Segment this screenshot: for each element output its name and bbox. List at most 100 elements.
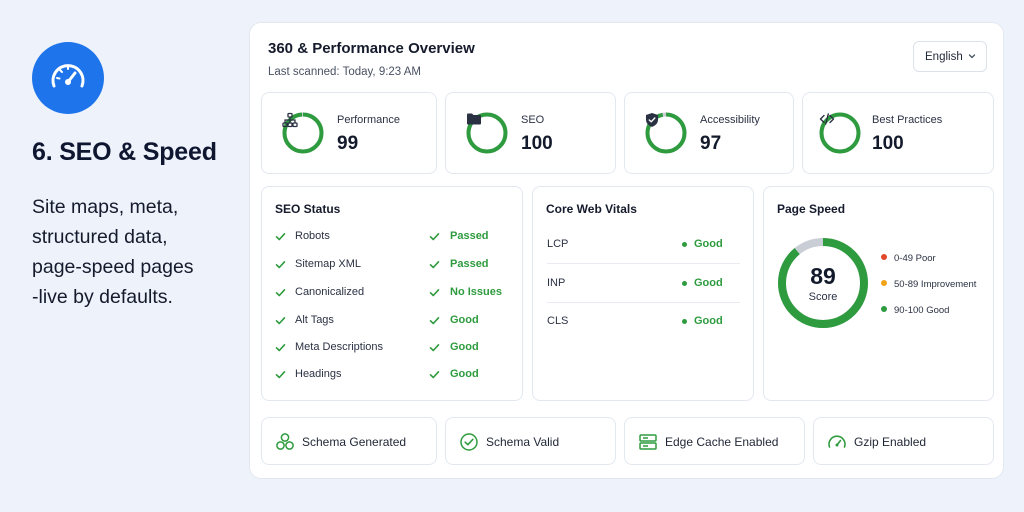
legend-dot — [881, 306, 887, 312]
core-web-vitals-card: Core Web Vitals LCP Good INP Good CLS Go… — [532, 186, 754, 401]
vital-metric: INP — [547, 277, 566, 289]
check-circle-icon — [460, 433, 478, 451]
status-dot — [682, 319, 687, 324]
last-scanned-text: Last scanned: Today, 9:23 AM — [268, 66, 422, 78]
seo-check-status: No Issues — [450, 286, 502, 298]
seo-check-status: Good — [450, 341, 479, 353]
speedometer-icon — [32, 42, 104, 114]
hero-desc-line: Site maps, meta, — [32, 196, 179, 218]
feature-label: Schema Generated — [302, 435, 407, 449]
legend-dot — [881, 254, 887, 260]
seo-score-ring — [466, 112, 508, 154]
page-speed-score-label: Score — [808, 290, 838, 303]
check-icon — [429, 261, 440, 269]
seo-check-status: Passed — [450, 258, 489, 270]
feature-schema-generated: Schema Generated — [261, 417, 437, 465]
hero-desc-line: structured data, — [32, 226, 168, 248]
check-icon — [275, 261, 286, 269]
language-value: English — [925, 50, 963, 63]
score-label: Best Practices — [872, 114, 943, 126]
seo-status-row: Alt Tags Good — [262, 312, 522, 330]
legend-label: 0-49 Poor — [894, 253, 936, 264]
check-icon — [429, 317, 440, 325]
hexagons-icon — [276, 433, 294, 450]
overview-panel: 360 & Performance Overview Last scanned:… — [249, 22, 1004, 479]
vital-row: CLS Good — [547, 303, 740, 341]
feature-label: Schema Valid — [486, 435, 560, 449]
best-practices-score-ring — [819, 112, 861, 154]
code-icon — [819, 112, 861, 154]
hero-title: 6. SEO & Speed — [32, 138, 217, 166]
seo-status-card: SEO Status Robots Passed Sitemap XML Pas… — [261, 186, 523, 401]
core-web-vitals-title: Core Web Vitals — [546, 202, 637, 216]
performance-score-ring — [282, 112, 324, 154]
legend-item: 90-100 Good — [881, 305, 949, 316]
hero-desc-line: -live by defaults. — [32, 286, 173, 308]
check-icon — [429, 371, 440, 379]
score-card-accessibility: Accessibility 97 — [624, 92, 794, 174]
vital-status: Good — [694, 315, 723, 327]
seo-check-name: Sitemap XML — [295, 258, 362, 270]
score-value: 100 — [872, 133, 904, 154]
score-label: Performance — [337, 114, 400, 126]
vital-status: Good — [694, 277, 723, 289]
seo-check-name: Headings — [295, 368, 342, 380]
seo-status-row: Meta Descriptions Good — [262, 339, 522, 357]
seo-check-status: Passed — [450, 230, 489, 242]
check-icon — [429, 289, 440, 297]
status-dot — [682, 281, 687, 286]
language-select[interactable]: English — [913, 41, 987, 72]
score-card-performance: Performance 99 — [261, 92, 437, 174]
feature-edge-cache: Edge Cache Enabled — [624, 417, 805, 465]
vital-row: INP Good — [547, 265, 740, 303]
server-icon — [639, 434, 657, 450]
seo-check-name: Alt Tags — [295, 314, 334, 326]
seo-check-name: Robots — [295, 230, 330, 242]
check-icon — [275, 344, 286, 352]
score-label: Accessibility — [700, 114, 760, 126]
feature-gzip: Gzip Enabled — [813, 417, 994, 465]
score-value: 97 — [700, 133, 722, 154]
legend-dot — [881, 280, 887, 286]
shield-check-icon — [645, 112, 687, 154]
page-speed-title: Page Speed — [777, 202, 846, 216]
accessibility-score-ring — [645, 112, 687, 154]
check-icon — [429, 233, 440, 241]
seo-check-status: Good — [450, 368, 479, 380]
seo-check-status: Good — [450, 314, 479, 326]
page-speed-gauge: 89 Score — [777, 237, 869, 329]
check-icon — [275, 317, 286, 325]
feature-schema-valid: Schema Valid — [445, 417, 616, 465]
folder-icon — [466, 112, 508, 154]
legend-item: 0-49 Poor — [881, 253, 936, 264]
panel-title: 360 & Performance Overview — [268, 40, 475, 57]
score-value: 100 — [521, 133, 553, 154]
chevron-down-icon — [968, 54, 976, 59]
score-card-seo: SEO 100 — [445, 92, 616, 174]
hero-desc-line: page-speed pages — [32, 256, 194, 278]
page-speed-score: 89 — [810, 262, 836, 289]
score-label: SEO — [521, 114, 545, 126]
check-icon — [275, 233, 286, 241]
seo-status-row: Sitemap XML Passed — [262, 256, 522, 274]
hero-description: Site maps, meta, structured data, page-s… — [32, 192, 242, 312]
check-icon — [429, 344, 440, 352]
gauge-icon — [828, 435, 846, 448]
page-speed-card: Page Speed 89 Score 0-49 Poor 50-89 Impr… — [763, 186, 994, 401]
status-dot — [682, 242, 687, 247]
legend-item: 50-89 Improvement — [881, 279, 976, 290]
seo-status-title: SEO Status — [275, 202, 341, 216]
check-icon — [275, 289, 286, 297]
check-icon — [275, 371, 286, 379]
sitemap-icon — [282, 112, 324, 154]
feature-label: Edge Cache Enabled — [665, 435, 779, 449]
vital-metric: CLS — [547, 315, 569, 327]
seo-status-row: Canonicalized No Issues — [262, 284, 522, 302]
legend-label: 90-100 Good — [894, 305, 950, 316]
vital-row: LCP Good — [547, 226, 740, 264]
score-value: 99 — [337, 133, 359, 154]
vital-status: Good — [694, 238, 723, 250]
score-card-best-practices: Best Practices 100 — [802, 92, 994, 174]
seo-status-row: Headings Good — [262, 366, 522, 384]
seo-status-row: Robots Passed — [262, 228, 522, 246]
